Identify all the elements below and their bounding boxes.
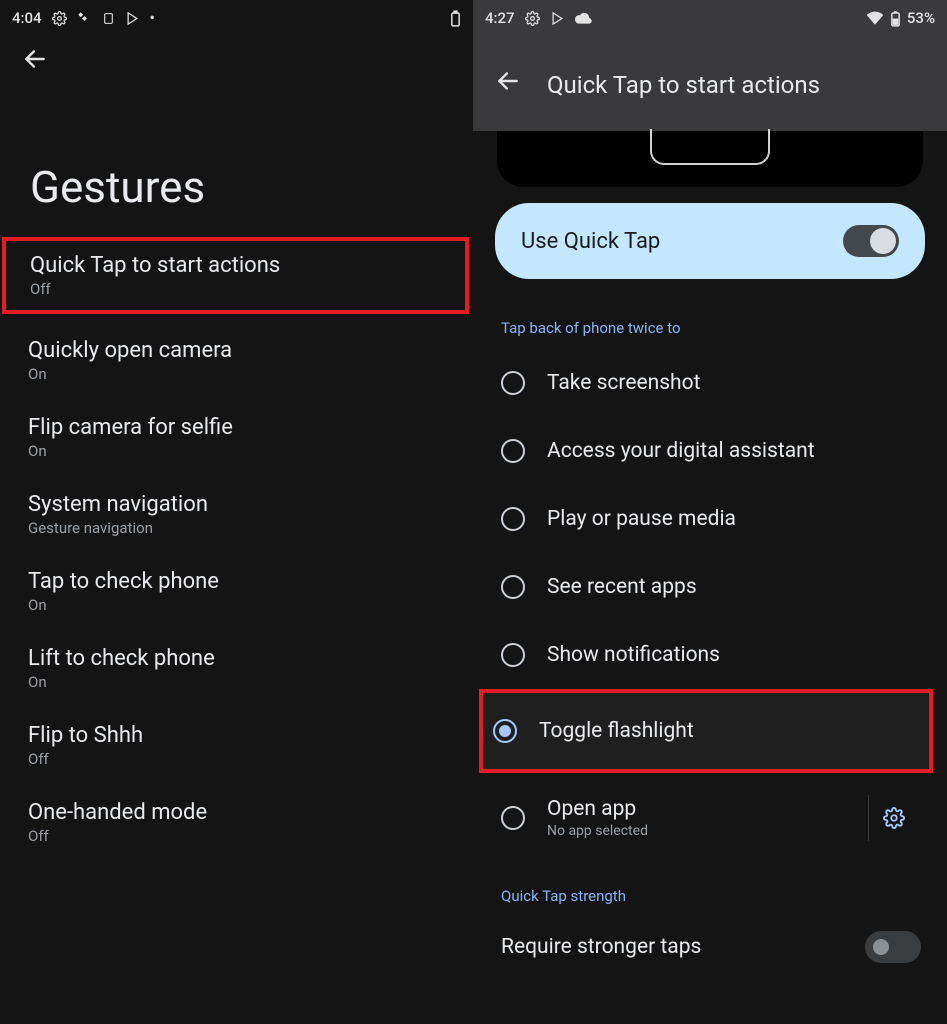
- strength-label: Require stronger taps: [501, 935, 701, 959]
- require-stronger-taps-row[interactable]: Require stronger taps: [491, 917, 929, 963]
- list-item[interactable]: System navigation Gesture navigation: [0, 476, 473, 553]
- radio-label: Take screenshot: [547, 371, 700, 395]
- gestures-screen: 4:04 • Gestures Quick Tap: [0, 0, 473, 1024]
- battery-icon: [450, 10, 461, 27]
- list-item-title: Flip to Shhh: [28, 723, 445, 748]
- gestures-list: Quick Tap to start actions Off Quickly ope…: [0, 237, 473, 861]
- list-item[interactable]: Flip camera for selfie On: [0, 399, 473, 476]
- list-item-sub: Off: [30, 280, 441, 298]
- status-time: 4:04: [12, 9, 42, 27]
- list-item-sub: Off: [28, 827, 445, 845]
- radio-button[interactable]: [501, 575, 525, 599]
- battery-icon: [890, 10, 901, 27]
- dot-icon: •: [150, 9, 155, 27]
- list-item-title: Quickly open camera: [28, 338, 445, 363]
- open-app-settings-button[interactable]: [868, 795, 919, 841]
- radio-label: Play or pause media: [547, 507, 736, 531]
- list-item-title: Flip camera for selfie: [28, 415, 445, 440]
- status-bar-right: 4:27 53%: [473, 0, 947, 36]
- quicktap-screen: 4:27 53% Quick Tap to: [473, 0, 947, 1024]
- cloud-icon: [575, 12, 592, 24]
- radio-button[interactable]: [501, 806, 525, 830]
- radio-option[interactable]: Play or pause media: [491, 485, 929, 553]
- play-icon: [550, 11, 565, 26]
- radio-button[interactable]: [501, 643, 525, 667]
- radio-button[interactable]: [501, 439, 525, 463]
- list-item[interactable]: Tap to check phone On: [0, 553, 473, 630]
- list-item[interactable]: Quickly open camera On: [0, 322, 473, 399]
- wifi-icon: [866, 11, 884, 25]
- play-icon: [125, 11, 140, 26]
- radio-option[interactable]: Access your digital assistant: [491, 417, 929, 485]
- radio-button[interactable]: [501, 371, 525, 395]
- list-item-title: Tap to check phone: [28, 569, 445, 594]
- back-button[interactable]: [22, 46, 48, 79]
- list-item-sub: On: [28, 596, 445, 614]
- list-item-sub: On: [28, 673, 445, 691]
- sdcard-icon: [102, 11, 115, 26]
- radio-option[interactable]: Toggle flashlight: [479, 689, 933, 773]
- radio-label: See recent apps: [547, 575, 697, 599]
- radio-option[interactable]: Take screenshot: [491, 349, 929, 417]
- radio-option[interactable]: Show notifications: [491, 621, 929, 689]
- phone-outline-icon: [650, 129, 770, 165]
- link-icon: [77, 11, 92, 26]
- back-button[interactable]: [495, 68, 521, 101]
- use-quick-tap-toggle[interactable]: [843, 225, 899, 257]
- list-item[interactable]: Quick Tap to start actions Off: [2, 237, 469, 314]
- list-item-title: System navigation: [28, 492, 445, 517]
- radio-label: Access your digital assistant: [547, 439, 815, 463]
- list-item[interactable]: Lift to check phone On: [0, 630, 473, 707]
- page-title: Gestures: [30, 161, 451, 213]
- card-label: Use Quick Tap: [521, 229, 660, 254]
- list-item-sub: On: [28, 365, 445, 383]
- radio-label: Open app: [547, 797, 648, 821]
- list-item-sub: On: [28, 442, 445, 460]
- quick-tap-options: Take screenshot Access your digital assis…: [491, 349, 929, 863]
- page-title: Quick Tap to start actions: [547, 71, 820, 99]
- strength-header: Quick Tap strength: [491, 863, 929, 917]
- gear-icon: [52, 11, 67, 26]
- list-item-title: Quick Tap to start actions: [30, 253, 441, 278]
- stronger-taps-toggle[interactable]: [865, 931, 921, 963]
- radio-label: Show notifications: [547, 643, 720, 667]
- section-label: Tap back of phone twice to: [491, 295, 929, 349]
- appbar-right: Quick Tap to start actions: [473, 36, 947, 131]
- phone-preview: [497, 131, 923, 187]
- gear-icon: [525, 11, 540, 26]
- radio-button[interactable]: [501, 507, 525, 531]
- list-item-title: Lift to check phone: [28, 646, 445, 671]
- list-item[interactable]: Flip to Shhh Off: [0, 707, 473, 784]
- radio-option[interactable]: Open app No app selected: [491, 773, 929, 863]
- list-item-title: One-handed mode: [28, 800, 445, 825]
- status-time: 4:27: [485, 9, 515, 27]
- radio-sub: No app selected: [547, 823, 648, 839]
- radio-option[interactable]: See recent apps: [491, 553, 929, 621]
- radio-label: Toggle flashlight: [539, 719, 694, 743]
- appbar-left: Gestures: [0, 36, 473, 213]
- battery-text: 53%: [907, 9, 935, 27]
- radio-button[interactable]: [493, 719, 517, 743]
- list-item-sub: Gesture navigation: [28, 519, 445, 537]
- list-item[interactable]: One-handed mode Off: [0, 784, 473, 861]
- list-item-sub: Off: [28, 750, 445, 768]
- status-bar-left: 4:04 •: [0, 0, 473, 36]
- use-quick-tap-card[interactable]: Use Quick Tap: [495, 203, 925, 279]
